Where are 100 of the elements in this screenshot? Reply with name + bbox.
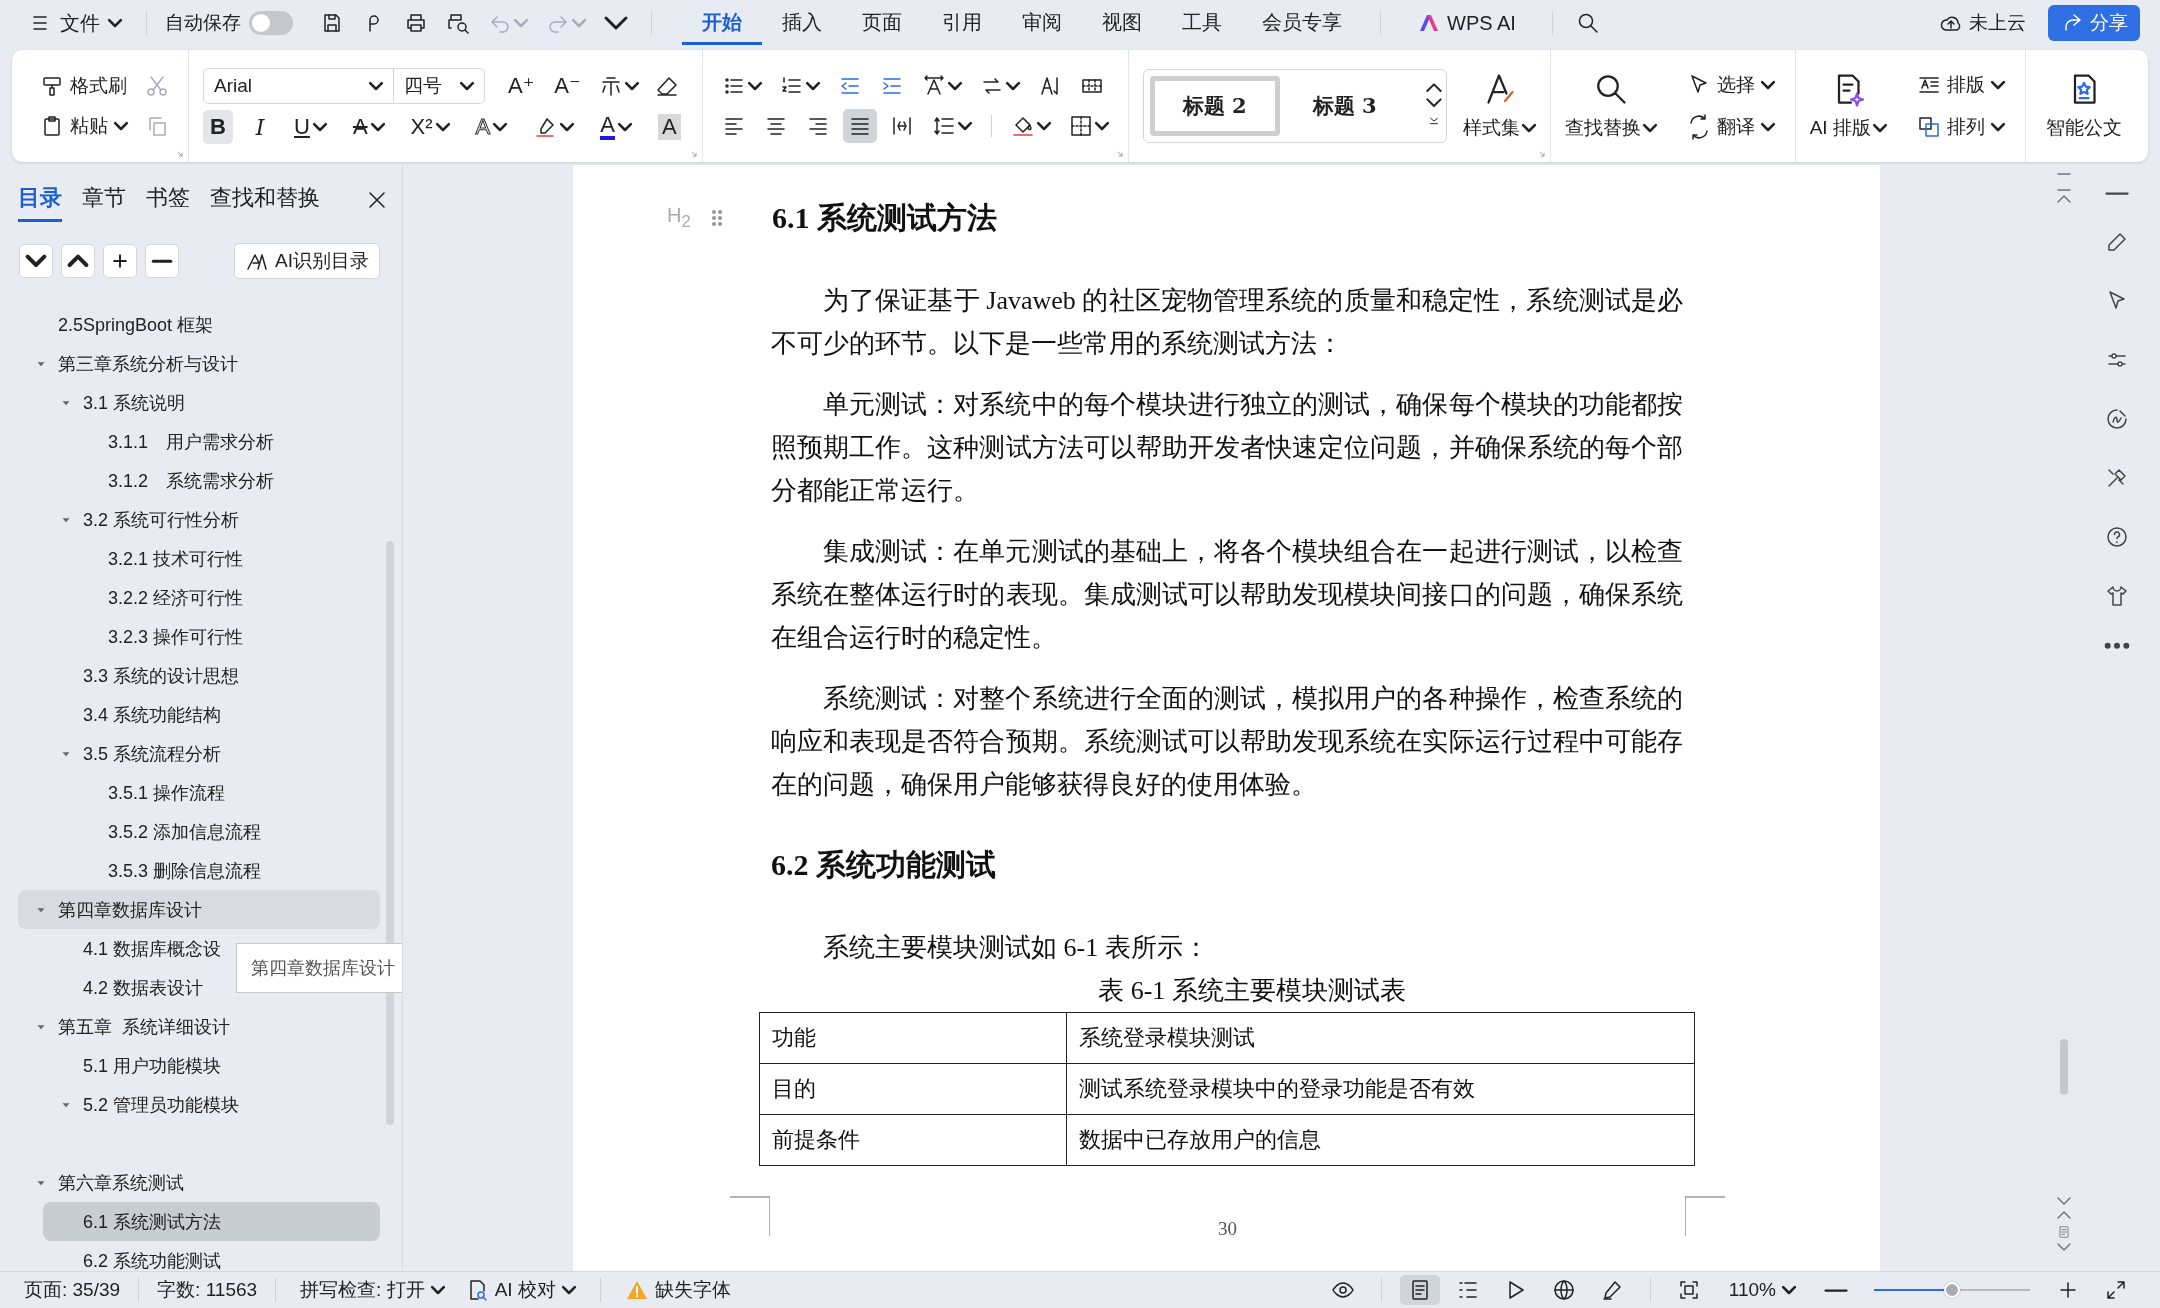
panel-tab[interactable]: 查找和替换 — [210, 178, 320, 222]
style-option[interactable]: 标题 3 — [1279, 76, 1410, 136]
view-mode-button[interactable] — [1399, 1275, 1440, 1305]
outline-item[interactable]: 6.1 系统测试方法 — [43, 1202, 380, 1241]
add-heading-button[interactable] — [103, 244, 137, 278]
heading-level-tag: H$_{2}$ — [667, 204, 695, 232]
scroll-up-icon — [2057, 1211, 2071, 1221]
zoom-slider[interactable] — [1874, 1282, 2030, 1298]
find-replace-button[interactable]: 查找替换 — [1564, 71, 1657, 141]
smart-document-button[interactable]: 智能公文 — [2045, 71, 2122, 141]
scroll-up-icon — [2057, 195, 2071, 205]
format-painter-button[interactable]: 格式刷 — [34, 69, 133, 103]
collapse-all-button[interactable] — [61, 244, 95, 278]
superscript-button[interactable]: X² — [403, 110, 457, 144]
panel-tab[interactable]: 书签 — [146, 178, 190, 222]
outline-item[interactable]: 3.2.2 经济可行性 — [68, 578, 380, 617]
menu-tab[interactable]: 视图 — [1082, 1, 1162, 45]
italic-button[interactable]: I — [245, 110, 275, 144]
caret-icon — [1872, 123, 1887, 133]
panel-tab[interactable]: 目录 — [18, 178, 62, 222]
zoom-select[interactable]: 110% — [1722, 1277, 1802, 1303]
menu-tab[interactable]: 页面 — [842, 1, 922, 45]
menu-tab[interactable]: 引用 — [922, 1, 1002, 45]
minus-icon — [2105, 192, 2129, 195]
style-option[interactable]: 标题 2 — [1149, 76, 1280, 136]
ai-layout-button[interactable]: AI 排版 — [1809, 71, 1887, 141]
file-menu[interactable]: 文件 — [22, 5, 128, 41]
missing-fonts-button[interactable]: 缺失字体 — [618, 1275, 737, 1305]
outline-item[interactable]: 第五章 系统详细设计 — [18, 1007, 380, 1046]
remove-heading-button[interactable] — [145, 244, 179, 278]
outline-item[interactable]: 2.5SpringBoot 框架 — [18, 305, 380, 344]
outline-item[interactable]: 3.5 系统流程分析 — [43, 734, 380, 773]
panel-tab[interactable]: 章节 — [82, 178, 126, 222]
minus-icon — [1824, 1288, 1848, 1292]
font-size-step-button[interactable]: A⁻ — [547, 69, 588, 103]
strike-button[interactable]: A — [345, 110, 392, 144]
underline-button[interactable]: U — [287, 110, 334, 144]
outline-item[interactable]: 5.1 用户功能模块 — [43, 1046, 380, 1085]
menu-tab[interactable]: 开始 — [682, 1, 762, 45]
bold-button[interactable]: B — [203, 110, 233, 144]
color-button[interactable]: A — [593, 110, 639, 144]
caret-icon — [514, 18, 528, 28]
table-cell: 前提条件 — [759, 1114, 1067, 1166]
outline-item[interactable]: 3.1.2 系统需求分析 — [68, 461, 380, 500]
caret-icon — [957, 121, 972, 131]
outline-item[interactable]: 3.5.2 添加信息流程 — [68, 812, 380, 851]
outline-item[interactable]: 3.3 系统的设计思想 — [43, 656, 380, 695]
caret-icon — [947, 81, 962, 91]
translate-button[interactable]: 翻译 — [1680, 110, 1781, 144]
caret-icon — [1642, 123, 1657, 133]
arrange-button[interactable]: 排列 — [1910, 110, 2011, 144]
align-button[interactable] — [842, 109, 877, 143]
ai-proofread-button[interactable]: AI 校对 — [458, 1275, 582, 1305]
zoom-slider-thumb[interactable] — [1944, 1282, 1960, 1298]
caret-icon — [435, 122, 450, 132]
caret-icon — [561, 1285, 576, 1295]
signature-icon — [2105, 407, 2129, 431]
plus-icon — [110, 251, 130, 271]
style-set-button[interactable]: 样式集 — [1462, 71, 1536, 141]
chevron-down-icon — [26, 255, 46, 267]
page-view-icon — [2057, 1225, 2071, 1239]
wps-ai-button[interactable]: WPS AI — [1399, 11, 1534, 35]
font-size-step-button[interactable]: A⁺ — [501, 69, 542, 103]
outline-item[interactable]: 3.5.1 操作流程 — [68, 773, 380, 812]
expand-all-button[interactable] — [19, 244, 53, 278]
tooltip: 第四章数据库设计 — [236, 943, 402, 993]
caret-icon — [493, 122, 508, 132]
outline-item[interactable]: 3.5.3 删除信息流程 — [68, 851, 380, 890]
cloud-button[interactable]: 未上云 — [1939, 10, 2026, 36]
caret-icon — [560, 122, 575, 132]
menu-tab[interactable]: 插入 — [762, 1, 842, 45]
outline-item[interactable]: 第四章数据库设计 — [18, 890, 380, 929]
shading-button[interactable]: A — [650, 110, 688, 144]
chevron-up-icon — [68, 255, 88, 267]
ai-outline-button[interactable]: AI识别目录 — [234, 243, 380, 279]
outline-item[interactable]: 3.2.1 技术可行性 — [68, 539, 380, 578]
outline-item[interactable]: 第三章系统分析与设计 — [18, 344, 380, 383]
scrollbar-thumb[interactable] — [2060, 1039, 2068, 1095]
caret-icon — [1036, 121, 1051, 131]
paragraph: 系统主要模块测试如 6-1 表所示： — [822, 932, 1210, 964]
outline-item[interactable]: 第六章系统测试 — [18, 1163, 380, 1202]
outline-item[interactable]: 3.2 系统可行性分析 — [43, 500, 380, 539]
autosave-toggle[interactable] — [249, 11, 293, 35]
share-button[interactable]: 分享 — [2048, 5, 2140, 41]
select-button[interactable]: 选择 — [1680, 68, 1781, 102]
spell-check-button[interactable]: 拼写检查: 打开 — [294, 1275, 451, 1305]
menu-tab[interactable]: 会员专享 — [1242, 1, 1362, 45]
typeset-button[interactable]: 排版 — [1910, 68, 2011, 102]
outline-item[interactable]: 3.1.1 用户需求分析 — [68, 422, 380, 461]
printer-icon — [404, 11, 428, 35]
menu-tab[interactable]: 工具 — [1162, 1, 1242, 45]
outline-item[interactable]: 3.2.3 操作可行性 — [68, 617, 380, 656]
outline-item[interactable]: 5.2 管理员功能模块 — [43, 1085, 380, 1124]
menu-tab[interactable]: 审阅 — [1002, 1, 1082, 45]
outline-item[interactable]: 3.4 系统功能结构 — [43, 695, 380, 734]
section-heading: 6.2 系统功能测试 — [771, 847, 996, 883]
chevron-down-icon — [1425, 98, 1442, 108]
outline-item[interactable]: 3.1 系统说明 — [43, 383, 380, 422]
paste-button[interactable]: 粘贴 — [34, 109, 134, 143]
outline-item[interactable]: 6.2 系统功能测试 — [43, 1241, 380, 1271]
